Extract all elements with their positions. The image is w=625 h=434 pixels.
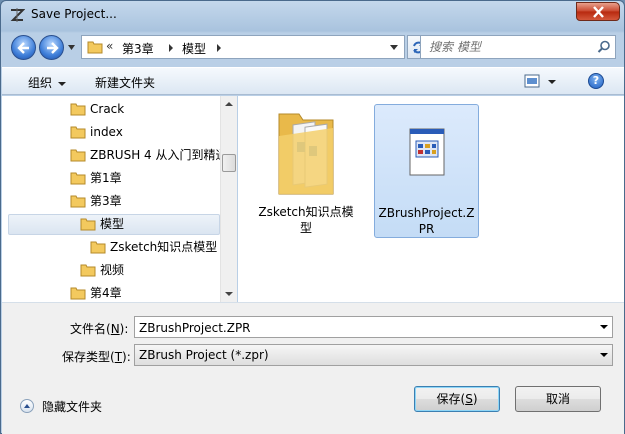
organize-button[interactable]: 组织 <box>28 74 67 91</box>
folder-open-icon <box>70 195 86 208</box>
arrow-right-icon <box>47 42 59 54</box>
help-button[interactable]: ? <box>588 73 604 89</box>
breadcrumb-models[interactable]: 模型 <box>182 40 206 57</box>
folder-icon <box>80 264 96 277</box>
folder-icon <box>70 126 86 139</box>
filetype-label: 保存类型(T): <box>62 350 131 364</box>
tree-item-label: 第3章 <box>90 194 122 208</box>
address-overflow-chevron[interactable]: « <box>106 39 113 53</box>
file-name-line1: Zsketch知识点模 <box>258 205 354 219</box>
tree-item-label: 模型 <box>100 217 125 231</box>
chevron-down-icon <box>58 81 67 86</box>
filetype-value: ZBrush Project (*.zpr) <box>139 348 269 362</box>
tree-item-label: 视频 <box>100 263 125 277</box>
save-project-dialog: Save Project... « 第3章 模型 搜索 模型 组织 新建文件夹 … <box>0 0 625 434</box>
folder-large-icon <box>278 113 334 195</box>
forward-button[interactable] <box>39 35 64 60</box>
command-toolbar: 组织 新建文件夹 ? <box>2 67 624 95</box>
tree-item-label: index <box>90 125 123 139</box>
search-input[interactable] <box>429 39 589 55</box>
save-button[interactable]: 保存(S) <box>414 386 500 412</box>
view-options-dropdown-icon[interactable] <box>548 80 556 84</box>
file-list-pane[interactable]: Zsketch知识点模 型 ZBrushProject.Z PR <box>238 96 624 302</box>
back-button[interactable] <box>11 35 36 60</box>
chevron-down-icon[interactable] <box>600 325 608 329</box>
breadcrumb-separator-icon[interactable] <box>168 44 174 52</box>
filename-label: 文件名(N): <box>70 322 129 336</box>
change-view-icon[interactable] <box>524 74 540 88</box>
address-bar[interactable]: « 第3章 模型 <box>81 35 405 59</box>
tree-item-label: ZBRUSH 4 从入门到精通 <box>90 148 220 162</box>
search-box[interactable] <box>420 35 616 59</box>
tree-item-label: 第4章 <box>90 286 122 300</box>
navigation-bar: « 第3章 模型 <box>7 33 619 61</box>
search-icon[interactable] <box>597 40 611 54</box>
address-dropdown-icon[interactable] <box>390 45 398 50</box>
folder-icon <box>87 41 103 54</box>
arrow-left-icon <box>17 42 29 54</box>
chevron-up-icon <box>20 399 34 413</box>
tree-item-label: Zsketch知识点模型 <box>110 240 218 254</box>
filetype-select[interactable]: ZBrush Project (*.zpr) <box>134 344 613 366</box>
title-bar[interactable]: Save Project... <box>1 1 624 29</box>
scroll-up-icon[interactable] <box>225 102 233 106</box>
folder-icon <box>70 103 86 116</box>
breadcrumb-separator-icon[interactable] <box>216 44 222 52</box>
folder-open-icon <box>80 218 96 231</box>
recent-pages-dropdown-icon[interactable] <box>67 43 76 52</box>
folder-tree-scrollbar[interactable] <box>220 96 237 302</box>
save-form: 文件名(N): 保存类型(T): ZBrush Project (*.zpr) … <box>2 302 624 434</box>
file-name-line1: ZBrushProject.Z <box>378 206 475 220</box>
chevron-down-icon[interactable] <box>600 353 608 357</box>
file-item-zpr[interactable]: ZBrushProject.Z PR <box>374 104 479 238</box>
filename-input[interactable] <box>139 320 579 336</box>
folder-icon <box>70 287 86 300</box>
close-icon <box>593 6 604 18</box>
folder-tree-pane[interactable]: Crack index ZBRUSH 4 从入门到精通 第1章 第3章 模型 Z… <box>2 96 220 302</box>
hide-folders-label: 隐藏文件夹 <box>42 400 103 414</box>
tree-item-label: 第1章 <box>90 171 122 185</box>
folder-icon <box>70 172 86 185</box>
folder-icon <box>90 241 106 254</box>
filename-field[interactable] <box>134 316 613 338</box>
zbrush-app-icon <box>10 8 25 22</box>
zpr-file-icon <box>409 128 445 176</box>
file-name-line2: PR <box>418 222 435 236</box>
breadcrumb-chapter3[interactable]: 第3章 <box>122 40 154 57</box>
close-button[interactable] <box>576 2 620 21</box>
scroll-down-icon[interactable] <box>225 292 233 296</box>
tree-item-label: Crack <box>90 102 125 116</box>
scrollbar-thumb[interactable] <box>222 154 236 172</box>
window-title: Save Project... <box>31 7 117 21</box>
folder-icon <box>70 149 86 162</box>
organize-label: 组织 <box>28 76 53 90</box>
file-name-line2: 型 <box>299 221 312 235</box>
file-item-folder[interactable]: Zsketch知识点模 型 <box>256 104 356 238</box>
new-folder-button[interactable]: 新建文件夹 <box>95 74 155 91</box>
cancel-button[interactable]: 取消 <box>515 386 601 412</box>
